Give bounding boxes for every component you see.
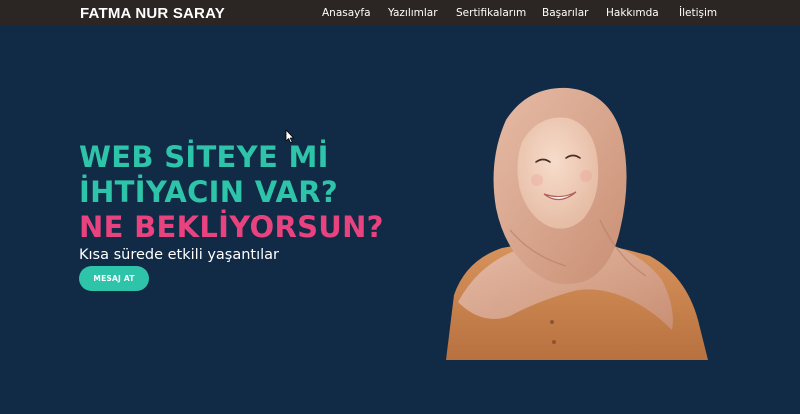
site-logo-text[interactable]: FATMA NUR SARAY: [80, 5, 225, 22]
hero-portrait-image: [446, 87, 708, 360]
nav-link-sertifikalarim[interactable]: Sertifikalarım: [456, 7, 526, 19]
top-navbar: FATMA NUR SARAY Anasayfa Yazılımlar Sert…: [0, 0, 800, 26]
hero-subtitle: Kısa sürede etkili yaşantılar: [79, 247, 280, 263]
nav-link-iletisim[interactable]: İletişim: [679, 7, 717, 19]
send-message-button[interactable]: MESAJ AT: [79, 266, 149, 291]
mouse-pointer-icon: [285, 129, 294, 144]
hero-headline-line2: İHTİYACIN VAR?: [79, 175, 339, 209]
hero-headline-line1: WEB SİTEYE Mİ: [79, 140, 329, 174]
nav-link-anasayfa[interactable]: Anasayfa: [322, 7, 371, 19]
nav-link-basarilar[interactable]: Başarılar: [542, 7, 588, 19]
hero-text-block: WEB SİTEYE Mİ İHTİYACIN VAR? NE BEKLİYOR…: [79, 140, 384, 263]
nav-link-hakkimda[interactable]: Hakkımda: [606, 7, 659, 19]
nav-link-yazilimlar[interactable]: Yazılımlar: [388, 7, 438, 19]
hero-headline-line3: NE BEKLİYORSUN?: [79, 210, 384, 244]
